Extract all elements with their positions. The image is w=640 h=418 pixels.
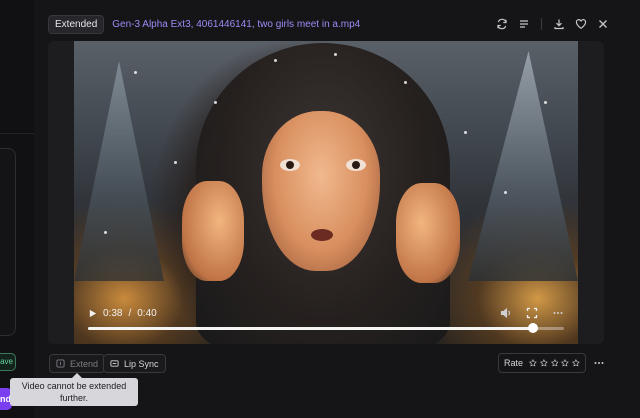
snowflake — [544, 101, 547, 104]
duration: 0:40 — [137, 308, 157, 319]
play-icon[interactable] — [88, 309, 97, 318]
hand-right — [396, 183, 460, 283]
star-icon[interactable] — [561, 358, 570, 368]
header-separator — [541, 18, 542, 30]
time-separator: / — [128, 308, 132, 319]
snowflake — [334, 53, 337, 56]
snowflake — [404, 81, 407, 84]
progress-handle[interactable] — [528, 323, 539, 333]
snowy-tree-left — [74, 61, 164, 281]
star-icon[interactable] — [539, 358, 548, 368]
video-frame — [74, 41, 578, 344]
close-icon[interactable] — [594, 15, 612, 33]
snowflake — [274, 59, 277, 62]
snowy-tree-right — [468, 51, 578, 281]
progress-track[interactable] — [88, 323, 564, 333]
download-icon[interactable] — [550, 15, 568, 33]
extend-button[interactable]: Extend — [49, 354, 106, 373]
lip-sync-label: Lip Sync — [124, 358, 159, 369]
star-icon[interactable] — [572, 358, 580, 368]
modal-header: Extended Gen-3 Alpha Ext3, 4061446141, t… — [48, 14, 612, 34]
sidebar-card — [0, 148, 16, 336]
tooltip-text: Video cannot be extended further. — [21, 381, 127, 403]
snowflake — [504, 191, 507, 194]
heart-icon[interactable] — [572, 15, 590, 33]
player-controls: 0:38 / 0:40 — [88, 305, 564, 335]
mouth — [311, 229, 333, 241]
fullscreen-icon[interactable] — [526, 307, 538, 319]
lip-sync-button[interactable]: Lip Sync — [103, 354, 166, 373]
rating-control: Rate — [498, 353, 586, 373]
video-detail-modal: Extended Gen-3 Alpha Ext3, 4061446141, t… — [34, 0, 640, 418]
volume-icon[interactable] — [500, 307, 512, 319]
ellipsis-icon — [594, 362, 604, 364]
extended-badge: Extended — [48, 14, 105, 34]
extend-label: Extend — [70, 358, 99, 369]
snowflake — [464, 131, 467, 134]
playback-time: 0:38 / 0:40 — [88, 308, 157, 319]
more-menu-button[interactable] — [592, 354, 606, 372]
face — [262, 111, 380, 271]
player-right-controls — [500, 307, 564, 319]
list-icon[interactable] — [515, 15, 533, 33]
star-icon[interactable] — [529, 358, 537, 368]
extend-icon — [56, 359, 65, 368]
refresh-icon[interactable] — [493, 15, 511, 33]
lip-sync-icon — [110, 360, 119, 367]
snowflake — [214, 101, 217, 104]
sidebar-divider — [0, 133, 34, 134]
save-button[interactable]: ave — [0, 353, 16, 371]
rate-label: Rate — [504, 358, 524, 368]
hand-left — [182, 181, 244, 281]
snowflake — [174, 161, 177, 164]
progress-fill — [88, 327, 534, 330]
snowflake — [134, 71, 137, 74]
video-title: Gen-3 Alpha Ext3, 4061446141, two girls … — [112, 18, 361, 30]
snowflake — [104, 231, 107, 234]
video-player[interactable]: 0:38 / 0:40 — [48, 41, 604, 344]
current-time: 0:38 — [103, 308, 123, 319]
star-icon[interactable] — [550, 358, 559, 368]
header-actions — [493, 15, 612, 33]
extend-disabled-tooltip: Video cannot be extended further. — [10, 373, 138, 406]
eye-left — [280, 159, 300, 171]
eye-right — [346, 159, 366, 171]
more-options-icon[interactable] — [552, 307, 564, 319]
